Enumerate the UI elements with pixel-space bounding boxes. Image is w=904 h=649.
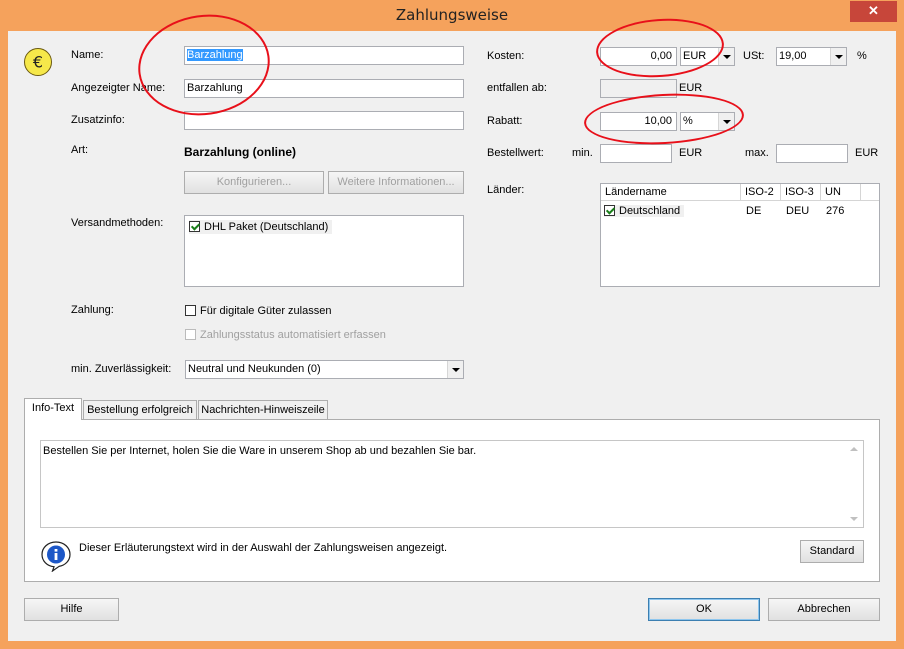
max-order-input[interactable] — [776, 144, 848, 163]
configure-button[interactable]: Konfigurieren... — [184, 171, 324, 194]
ok-button-label: OK — [696, 603, 712, 615]
more-info-button[interactable]: Weitere Informationen... — [328, 171, 464, 194]
name-value: Barzahlung — [187, 49, 243, 61]
iso3-cell: DEU — [786, 205, 810, 217]
shipping-methods-list[interactable]: DHL Paket (Deutschland) — [184, 215, 464, 287]
reliability-value: Neutral und Neukunden (0) — [188, 363, 321, 375]
auto-status-label: Zahlungsstatus automatisiert erfassen — [200, 329, 386, 341]
max-label: max. — [745, 147, 769, 159]
currency-select[interactable]: EUR — [680, 47, 735, 66]
configure-button-label: Konfigurieren... — [216, 176, 292, 188]
min-unit: EUR — [679, 147, 703, 159]
col-header-filler — [861, 184, 879, 201]
cancel-button-label: Abbrechen — [797, 603, 851, 615]
chevron-down-icon[interactable] — [718, 113, 734, 130]
digital-goods-option[interactable]: Für digitale Güter zulassen — [185, 305, 331, 317]
list-item[interactable]: DHL Paket (Deutschland) — [189, 220, 333, 234]
info-textarea[interactable]: Bestellen Sie per Internet, holen Sie di… — [40, 440, 864, 528]
min-label: min. — [572, 147, 593, 159]
standard-button-label: Standard — [809, 545, 855, 557]
max-unit: EUR — [855, 147, 879, 159]
help-button[interactable]: Hilfe — [24, 598, 119, 621]
shipping-label: Versandmethoden: — [71, 217, 164, 229]
display-name-input[interactable]: Barzahlung — [184, 79, 464, 98]
shipping-method-label: DHL Paket (Deutschland) — [204, 221, 329, 233]
info-text: Bestellen Sie per Internet, holen Sie di… — [43, 445, 477, 457]
iso2-cell: DE — [746, 205, 762, 217]
discount-unit-value: % — [683, 115, 693, 127]
order-value-label: Bestellwert: — [487, 147, 544, 159]
extra-info-input[interactable] — [184, 111, 464, 130]
currency-value: EUR — [683, 50, 707, 62]
col-header-un[interactable]: UN — [821, 184, 861, 201]
tab-info-text-label: Info-Text — [31, 402, 75, 414]
tab-info-text[interactable]: Info-Text — [24, 398, 82, 420]
type-value: Barzahlung (online) — [184, 145, 296, 159]
costs-input[interactable]: 0,00 — [600, 47, 677, 66]
svg-text:€: € — [33, 53, 43, 72]
discount-unit-select[interactable]: % — [680, 112, 735, 131]
discount-label: Rabatt: — [487, 115, 523, 127]
auto-status-checkbox[interactable] — [185, 329, 196, 340]
ok-button[interactable]: OK — [648, 598, 760, 621]
payment-label: Zahlung: — [71, 304, 114, 316]
dropped-from-input[interactable] — [600, 79, 677, 98]
auto-status-option[interactable]: Zahlungsstatus automatisiert erfassen — [185, 329, 386, 341]
dropped-from-label: entfallen ab: — [487, 82, 547, 94]
tab-message-hint[interactable]: Nachrichten-Hinweiszeile — [198, 400, 328, 420]
chevron-down-icon[interactable] — [718, 48, 734, 65]
col-header-country[interactable]: Ländername — [601, 184, 741, 201]
vat-value: 19,00 — [779, 50, 807, 62]
scroll-up-icon[interactable] — [850, 447, 858, 451]
dialog-client: € Name: Barzahlung Angezeigter Name: Bar… — [8, 6, 896, 641]
countries-label: Länder: — [487, 184, 525, 196]
info-hint: Dieser Erläuterungstext wird in der Ausw… — [79, 542, 448, 554]
min-order-input[interactable] — [600, 144, 672, 163]
country-name: Deutschland — [619, 205, 681, 217]
tab-order-success-label: Bestellung erfolgreich — [87, 404, 193, 416]
col-header-iso3[interactable]: ISO-3 — [781, 184, 821, 201]
digital-goods-checkbox[interactable] — [185, 305, 196, 316]
dialog-window: Zahlungsweise ✕ € Name: Barzahlung Angez… — [0, 0, 904, 649]
cancel-button[interactable]: Abbrechen — [768, 598, 880, 621]
euro-coin-icon: € — [23, 47, 53, 77]
chevron-down-icon[interactable] — [447, 361, 463, 378]
tab-order-success[interactable]: Bestellung erfolgreich — [83, 400, 197, 420]
table-row[interactable]: Deutschland DE DEU 276 — [604, 204, 874, 220]
help-button-label: Hilfe — [60, 603, 83, 615]
chevron-down-icon[interactable] — [830, 48, 846, 65]
vat-label: USt: — [743, 50, 765, 62]
close-button[interactable]: ✕ — [850, 1, 897, 22]
col-header-iso2[interactable]: ISO-2 — [741, 184, 781, 201]
shipping-checkbox[interactable] — [189, 221, 200, 232]
window-title: Zahlungsweise — [395, 6, 509, 24]
vat-select[interactable]: 19,00 — [776, 47, 847, 66]
country-checkbox[interactable] — [604, 205, 615, 216]
type-label: Art: — [71, 144, 89, 156]
more-info-button-label: Weitere Informationen... — [337, 176, 455, 188]
vat-percent-sign: % — [857, 50, 867, 62]
display-name-label: Angezeigter Name: — [71, 82, 166, 94]
reliability-label: min. Zuverlässigkeit: — [71, 363, 172, 375]
country-cell: Deutschland — [604, 205, 685, 217]
tab-message-hint-label: Nachrichten-Hinweiszeile — [201, 404, 325, 416]
costs-label: Kosten: — [487, 50, 525, 62]
extra-info-label: Zusatzinfo: — [71, 114, 125, 126]
countries-table[interactable]: Ländername ISO-2 ISO-3 UN Deutschland DE… — [600, 183, 880, 287]
digital-goods-label: Für digitale Güter zulassen — [200, 305, 332, 317]
info-icon — [40, 540, 72, 573]
vertical-scrollbar[interactable] — [846, 441, 863, 527]
dropped-from-unit: EUR — [679, 82, 703, 94]
reliability-select[interactable]: Neutral und Neukunden (0) — [185, 360, 464, 379]
scroll-down-icon[interactable] — [850, 517, 858, 521]
standard-button[interactable]: Standard — [800, 540, 864, 563]
discount-input[interactable]: 10,00 — [600, 112, 677, 131]
tab-panel: Bestellen Sie per Internet, holen Sie di… — [24, 419, 880, 582]
name-input[interactable]: Barzahlung — [184, 46, 464, 65]
un-cell: 276 — [826, 205, 845, 217]
name-label: Name: — [71, 49, 104, 61]
